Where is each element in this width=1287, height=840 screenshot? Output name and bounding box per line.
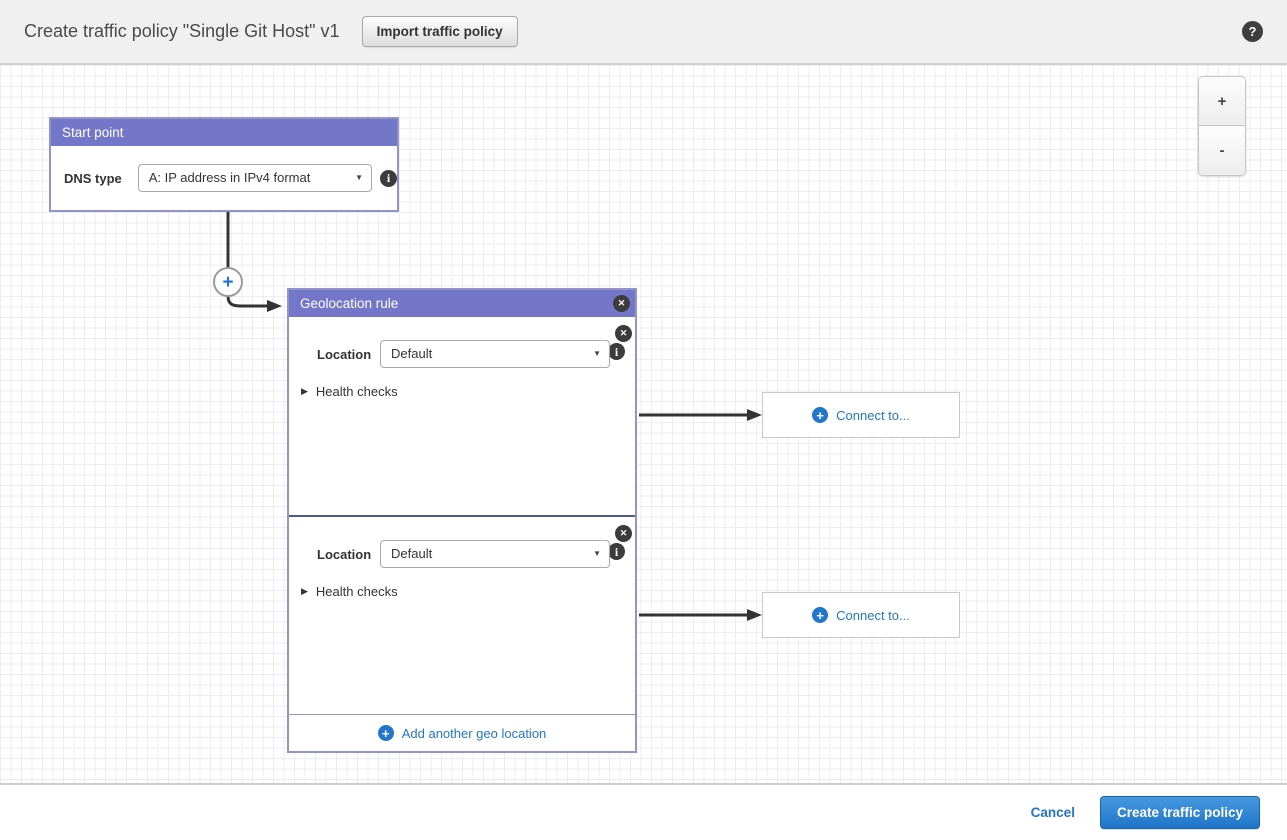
start-point-body: DNS type A: IP address in IPv4 format ▼ … — [51, 146, 397, 210]
start-point-box: Start point DNS type A: IP address in IP… — [49, 117, 399, 212]
geo-section-2-location-row: Location Default ▼ — [289, 517, 635, 568]
add-rule-plus-icon[interactable]: + — [213, 267, 243, 297]
import-traffic-policy-button[interactable]: Import traffic policy — [362, 16, 518, 47]
page-header: Create traffic policy "Single Git Host" … — [0, 0, 1287, 65]
connect-to-label: Connect to... — [836, 608, 910, 623]
dns-type-select[interactable]: A: IP address in IPv4 format ▼ — [138, 164, 372, 192]
location-value: Default — [391, 346, 432, 361]
health-checks-label: Health checks — [316, 384, 398, 399]
chevron-down-icon: ▼ — [355, 165, 363, 191]
add-another-geo-location-link[interactable]: + Add another geo location — [289, 715, 635, 751]
geo-location-section-2: ✕ i Location Default ▼ ▶ Health checks — [289, 517, 635, 714]
geo-section-1-location-select[interactable]: Default ▼ — [380, 340, 610, 368]
zoom-in-button[interactable]: + — [1199, 77, 1245, 126]
dns-type-value: A: IP address in IPv4 format — [149, 170, 311, 185]
zoom-controls: + - — [1198, 76, 1246, 176]
page-title: Create traffic policy "Single Git Host" … — [24, 21, 340, 42]
geolocation-rule-close-icon[interactable]: ✕ — [613, 295, 630, 312]
action-footer: Cancel Create traffic policy — [0, 785, 1287, 840]
geo-section-2-info-icon[interactable]: i — [608, 543, 625, 560]
geo-section-1-location-row: Location Default ▼ — [289, 317, 635, 368]
location-label: Location — [317, 547, 380, 562]
add-another-geo-location-label: Add another geo location — [402, 726, 547, 741]
collapsed-triangle-icon: ▶ — [301, 586, 308, 597]
policy-editor-canvas: Start point DNS type A: IP address in IP… — [0, 65, 1287, 785]
geolocation-rule-title: Geolocation rule — [300, 296, 398, 311]
connect-to-box-1[interactable]: + Connect to... — [762, 392, 960, 438]
plus-circle-icon: + — [812, 607, 828, 623]
create-traffic-policy-button[interactable]: Create traffic policy — [1100, 796, 1260, 829]
chevron-down-icon: ▼ — [593, 341, 601, 367]
dns-type-info-icon[interactable]: i — [380, 170, 397, 187]
geo-section-1-health-checks-toggle[interactable]: ▶ Health checks — [289, 384, 635, 399]
cancel-button[interactable]: Cancel — [1031, 805, 1075, 820]
location-value: Default — [391, 546, 432, 561]
connect-to-box-2[interactable]: + Connect to... — [762, 592, 960, 638]
geo-section-1-close-icon[interactable]: ✕ — [615, 325, 632, 342]
start-point-header: Start point — [51, 119, 397, 146]
plus-circle-icon: + — [812, 407, 828, 423]
geo-section-2-health-checks-toggle[interactable]: ▶ Health checks — [289, 584, 635, 599]
collapsed-triangle-icon: ▶ — [301, 386, 308, 397]
dns-type-label: DNS type — [64, 171, 138, 186]
geo-section-1-info-icon[interactable]: i — [608, 343, 625, 360]
help-icon[interactable]: ? — [1242, 21, 1263, 42]
health-checks-label: Health checks — [316, 584, 398, 599]
geo-section-2-location-select[interactable]: Default ▼ — [380, 540, 610, 568]
geo-section-2-close-icon[interactable]: ✕ — [615, 525, 632, 542]
geolocation-rule-box: Geolocation rule ✕ ✕ i Location Default … — [287, 288, 637, 753]
location-label: Location — [317, 347, 380, 362]
geo-location-section-1: ✕ i Location Default ▼ ▶ Health checks — [289, 317, 635, 515]
zoom-out-button[interactable]: - — [1199, 126, 1245, 175]
geolocation-rule-header: Geolocation rule ✕ — [289, 290, 635, 317]
connect-to-label: Connect to... — [836, 408, 910, 423]
chevron-down-icon: ▼ — [593, 541, 601, 567]
plus-circle-icon: + — [378, 725, 394, 741]
